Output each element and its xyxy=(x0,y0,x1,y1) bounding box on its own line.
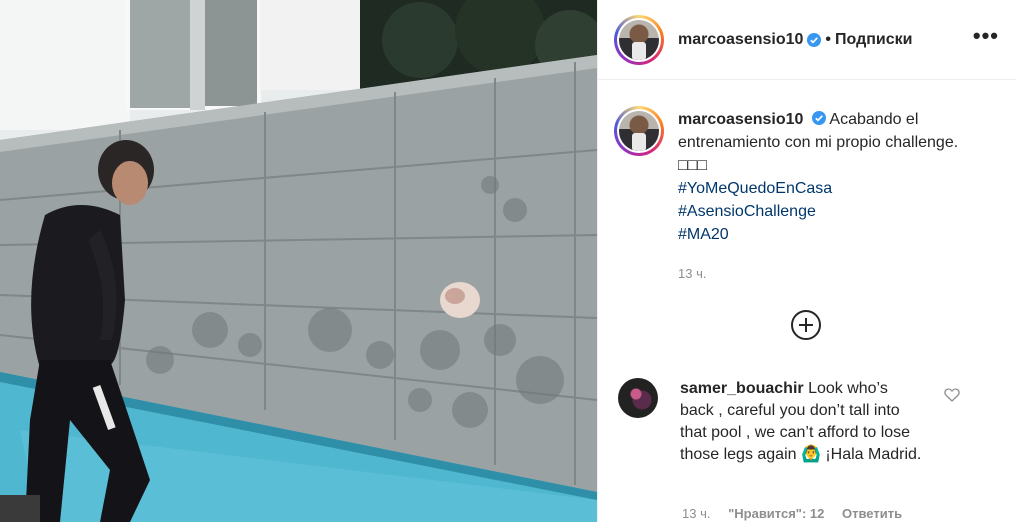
comment-item: samer_bouachir Look who’s back , careful… xyxy=(618,378,998,466)
hashtag-link[interactable]: #AsensioChallenge xyxy=(678,200,978,223)
comment-meta: 13 ч. "Нравится": 12 Ответить xyxy=(682,506,916,521)
comment-timestamp[interactable]: 13 ч. xyxy=(682,506,710,521)
post-header: marcoasensio10 • Подписки ••• xyxy=(598,0,1016,80)
header-separator: • xyxy=(825,30,832,48)
caption-author-avatar[interactable] xyxy=(614,106,664,156)
comment-likes-count[interactable]: "Нравится": 12 xyxy=(728,506,824,521)
verified-badge-icon xyxy=(811,111,826,125)
caption-username[interactable]: marcoasensio10 xyxy=(678,111,803,128)
hashtag-link[interactable]: #YoMeQuedoEnCasa xyxy=(678,177,978,200)
post-media[interactable] xyxy=(0,0,597,522)
following-button[interactable]: Подписки xyxy=(835,31,912,49)
verified-badge-icon xyxy=(807,32,822,47)
commenter-username[interactable]: samer_bouachir xyxy=(680,380,804,397)
post-side-panel: marcoasensio10 • Подписки ••• marcoasens… xyxy=(597,0,1016,522)
caption-timestamp[interactable]: 13 ч. xyxy=(678,262,978,285)
reply-button[interactable]: Ответить xyxy=(842,506,902,521)
author-username[interactable]: marcoasensio10 xyxy=(678,31,803,49)
post-video-frame xyxy=(0,0,597,522)
hashtag-link[interactable]: #MA20 xyxy=(678,223,978,246)
commenter-avatar[interactable] xyxy=(618,378,658,418)
load-more-comments-icon[interactable] xyxy=(791,310,821,340)
heart-icon[interactable] xyxy=(944,388,960,402)
author-avatar[interactable] xyxy=(614,14,664,65)
more-options-icon[interactable]: ••• xyxy=(973,25,999,47)
post-caption: marcoasensio10 Acabando el entrenamiento… xyxy=(614,106,1004,285)
